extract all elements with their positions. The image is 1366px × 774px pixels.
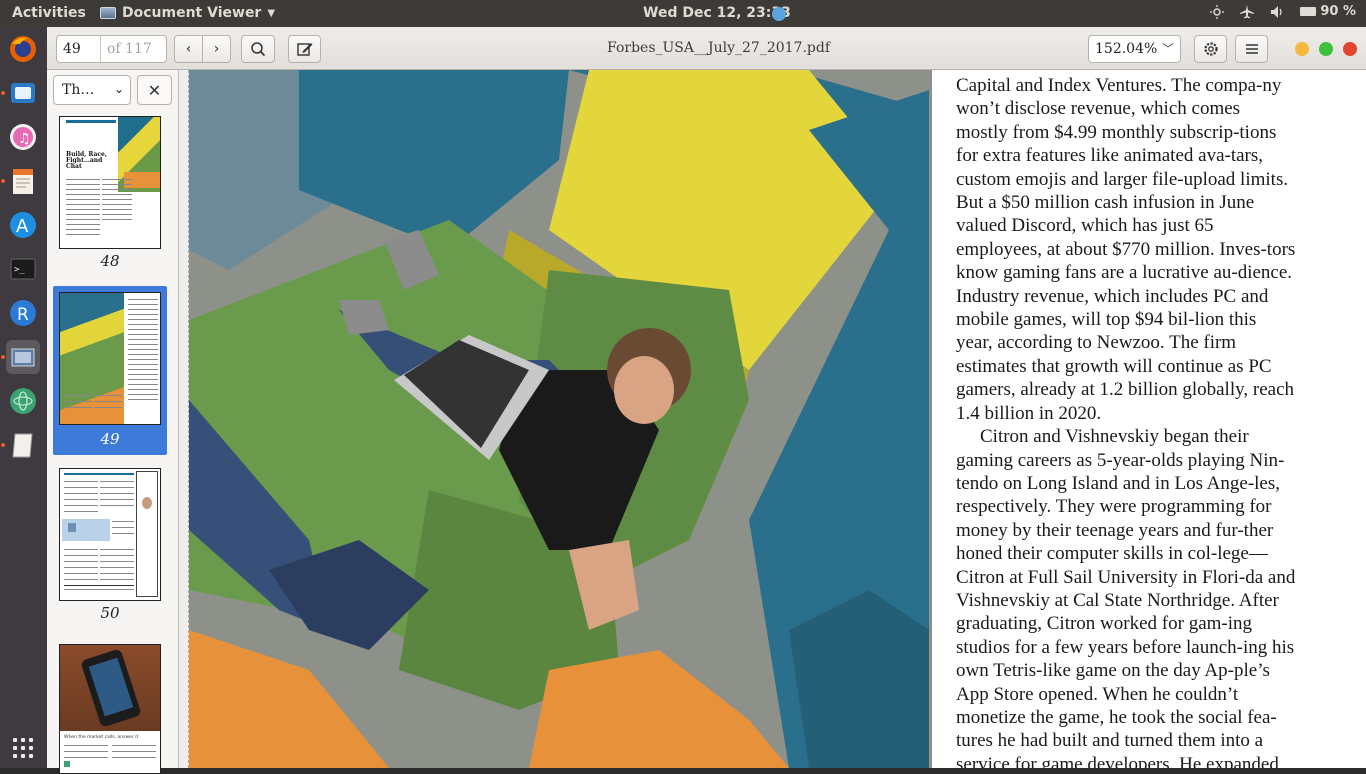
zoom-value: 152.04% xyxy=(1095,41,1158,57)
close-sidebar-button[interactable]: ✕ xyxy=(137,75,172,105)
battery-icon xyxy=(1300,7,1317,16)
app-store-icon[interactable]: A xyxy=(6,208,40,242)
close-icon: ✕ xyxy=(147,81,162,100)
thumbnail-page-48[interactable]: Build, Race, Fight…and Chat 48 xyxy=(53,110,167,275)
zoom-selector[interactable]: 152.04% ﹀ xyxy=(1088,35,1181,63)
search-icon xyxy=(251,42,266,57)
launcher-dock: ♫ A >_ R xyxy=(0,27,47,768)
thumbnail-page-49[interactable]: 49 xyxy=(53,286,167,455)
search-button[interactable] xyxy=(241,35,275,63)
maximize-button[interactable] xyxy=(1319,42,1333,56)
menu-button[interactable] xyxy=(1235,35,1268,63)
page-thumbnail-image: Build, Race, Fight…and Chat xyxy=(59,116,161,249)
sidebar-mode-select[interactable]: Th… ⌄ xyxy=(53,75,131,105)
chevron-down-icon: ﹀ xyxy=(1161,42,1174,56)
files-icon[interactable] xyxy=(6,76,40,110)
annotate-button[interactable] xyxy=(288,35,321,63)
next-page-button[interactable]: › xyxy=(202,35,231,63)
document-viewer-small-icon xyxy=(100,7,116,19)
r-icon[interactable]: R xyxy=(6,296,40,330)
running-indicator xyxy=(1,355,5,359)
show-applications-icon[interactable] xyxy=(13,738,33,758)
battery-indicator: 90 % xyxy=(1300,4,1356,19)
thumbnail-page-51[interactable]: When the market calls, answer it xyxy=(53,638,167,774)
thumbnail-page-50[interactable]: 50 xyxy=(53,462,167,627)
top-panel: Activities Document Viewer ▼ Wed Dec 12,… xyxy=(0,0,1366,27)
running-indicator xyxy=(1,91,5,95)
clock[interactable]: Wed Dec 12, 23:33 xyxy=(643,5,791,21)
notification-icon[interactable] xyxy=(772,7,786,21)
sidebar-mode-value: Th… xyxy=(62,82,95,98)
thumbnail-sidebar: Th… ⌄ ✕ Build, Race, Fight…and Chat 48 4… xyxy=(47,70,179,774)
svg-text:A: A xyxy=(16,216,29,237)
volume-icon xyxy=(1271,5,1282,18)
thumbnail-headline: Build, Race, Fight…and Chat xyxy=(66,151,107,170)
app-menu-label: Document Viewer xyxy=(122,5,262,21)
hamburger-icon xyxy=(1245,44,1258,54)
article-photo xyxy=(189,70,932,768)
firefox-icon[interactable] xyxy=(6,32,40,66)
atom-icon[interactable] xyxy=(6,384,40,418)
thumbnail-page-number: 48 xyxy=(100,252,120,270)
chevron-down-icon: ▼ xyxy=(267,7,276,19)
svg-text:♫: ♫ xyxy=(18,131,31,147)
activities-button[interactable]: Activities xyxy=(12,5,86,21)
article-paragraph: Citron and Vishnevskiy began their gamin… xyxy=(956,426,1296,768)
notes-icon[interactable] xyxy=(6,428,40,462)
chevron-left-icon: ‹ xyxy=(185,41,192,57)
page-thumbnail-image: When the market calls, answer it xyxy=(59,644,161,774)
thumbnail-page-number: 50 xyxy=(100,604,120,622)
svg-text:>_: >_ xyxy=(14,265,25,275)
chevron-right-icon: › xyxy=(213,41,220,57)
thumbnail-page-number: 49 xyxy=(100,430,120,448)
battery-percent: 90 % xyxy=(1320,4,1356,19)
document-title: Forbes_USA__July_27_2017.pdf xyxy=(607,40,831,56)
page-margin xyxy=(179,70,189,768)
close-window-button[interactable] xyxy=(1343,42,1357,56)
edit-icon xyxy=(296,43,312,56)
current-page-input[interactable]: 49 xyxy=(57,36,101,62)
minimize-button[interactable] xyxy=(1295,42,1309,56)
text-editor-icon[interactable] xyxy=(6,164,40,198)
document-toolbar: 49 of 117 ‹ › Forbes_USA__July_27_2017.p… xyxy=(47,27,1366,70)
gear-icon xyxy=(1203,42,1218,56)
chevron-down-icon: ⌄ xyxy=(113,82,124,96)
article-paragraph: Capital and Index Ventures. The compa-ny… xyxy=(956,75,1296,424)
terminal-icon[interactable]: >_ xyxy=(6,252,40,286)
app-menu[interactable]: Document Viewer ▼ xyxy=(100,5,275,21)
airplane-mode-icon xyxy=(1240,4,1255,18)
running-indicator xyxy=(1,179,5,183)
page-number-field[interactable]: 49 of 117 xyxy=(56,35,167,63)
page-thumbnail-image xyxy=(59,292,161,425)
svg-text:R: R xyxy=(17,305,29,325)
previous-page-button[interactable]: ‹ xyxy=(174,35,203,63)
brightness-icon xyxy=(1210,4,1225,19)
photo-illustration xyxy=(189,70,932,768)
page-thumbnail-image xyxy=(59,468,161,601)
system-tray[interactable]: 90 % xyxy=(1210,4,1356,19)
total-pages-label: of 117 xyxy=(107,41,152,57)
document-viewer-icon[interactable] xyxy=(6,340,40,374)
thumbnail-caption: When the market calls, answer it xyxy=(64,735,139,740)
article-text-column: Capital and Index Ventures. The compa-ny… xyxy=(932,70,1366,768)
music-icon[interactable]: ♫ xyxy=(6,120,40,154)
running-indicator xyxy=(1,443,5,447)
settings-button[interactable] xyxy=(1194,35,1227,63)
